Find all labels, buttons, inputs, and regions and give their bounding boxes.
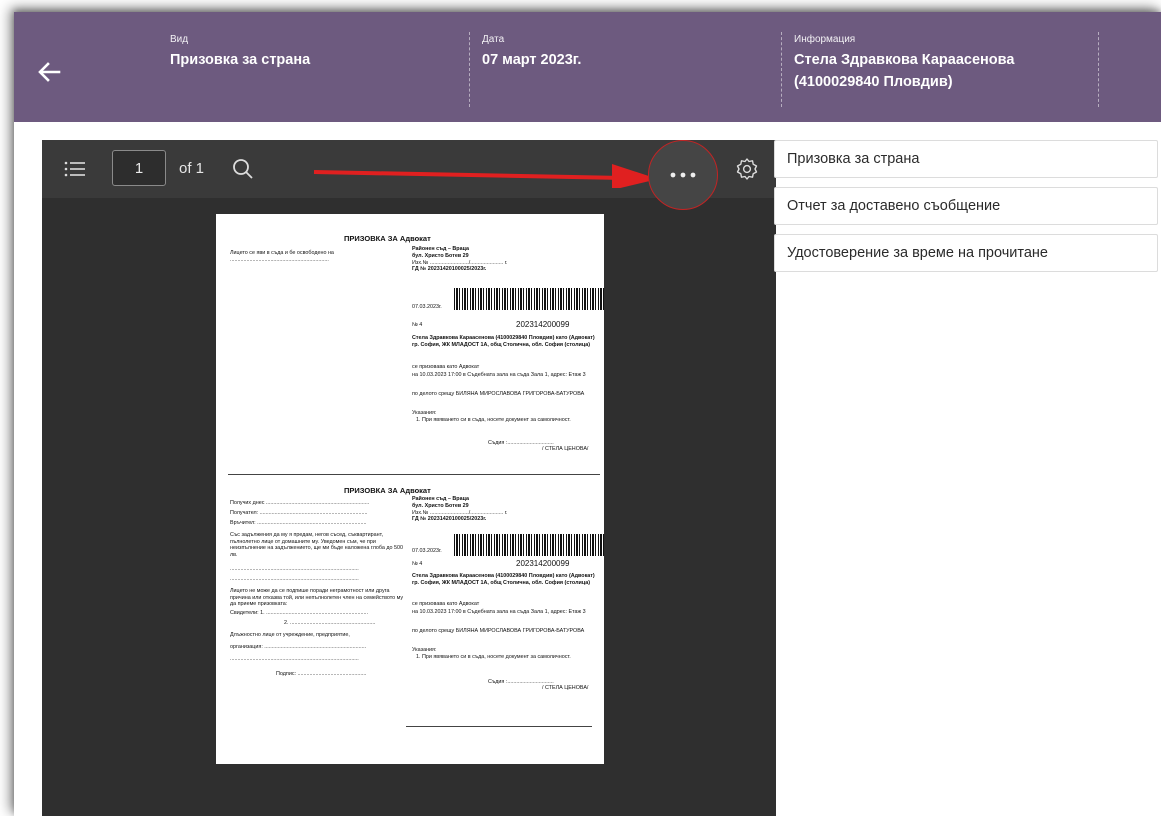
addressee: Стела Здравкова Караасенова (4100029840 … <box>412 335 595 348</box>
page-total-label: of 1 <box>179 160 205 177</box>
barcode-number: 202314200099 <box>516 559 570 568</box>
organization-line: организация: ...........................… <box>230 644 367 650</box>
attachment-summons[interactable]: Призовка за страна <box>774 140 1158 178</box>
judge-name: / СТЕЛА ЦЕНОВА/ <box>542 685 589 691</box>
case-number: ГД № 20231420100025/2023г. <box>412 516 487 522</box>
summoned-as: се призовава като Адвокат <box>412 364 480 370</box>
header-divider <box>781 32 782 107</box>
header-info: Информация Стела Здравкова Караасенова (… <box>794 34 1014 93</box>
search-icon <box>233 159 253 179</box>
back-button[interactable] <box>32 57 66 87</box>
header-date: Дата 07 март 2023г. <box>482 34 581 71</box>
header-type: Вид Призовка за страна <box>170 34 310 71</box>
settings-button[interactable] <box>734 156 760 182</box>
instructions-title: Указания: <box>412 647 437 653</box>
barcode-number: 202314200099 <box>516 320 570 329</box>
obligation-note: Със задължения да му я предам, негов със… <box>230 532 403 558</box>
more-options-icon <box>670 172 696 178</box>
deliverer-line: Връчител: ..............................… <box>230 520 367 526</box>
barcode <box>454 534 604 556</box>
attachment-read-time-certificate[interactable]: Удостоверение за време на прочитане <box>774 234 1158 272</box>
received-today: Получих днес ...........................… <box>230 500 370 506</box>
hearing-info: на 10.03.2023 17:00 в Съдебната зала на … <box>412 609 586 615</box>
court-address: бул. Христо Ботев 29 <box>412 503 469 509</box>
hearing-info: на 10.03.2023 17:00 в Съдебната зала на … <box>412 372 586 378</box>
header-date-value: 07 март 2023г. <box>482 52 582 68</box>
summons-number: № 4 <box>412 561 423 567</box>
case-against: по делото срещу БИЛЯНА МИРОСЛАВОВА ГРИГО… <box>412 391 585 397</box>
case-header: Вид Призовка за страна Дата 07 март 2023… <box>14 12 1161 122</box>
witness-2: 2. .....................................… <box>284 620 376 626</box>
witness-1: Свидетели: 1. ..........................… <box>230 610 368 616</box>
official-line: Длъжностно лице от учреждение, предприят… <box>230 632 350 638</box>
summons-date: 07.03.2023г. <box>412 548 442 554</box>
court-address: бул. Христо Ботев 29 <box>412 253 469 259</box>
viewer-toolbar: 1 of 1 <box>42 140 776 210</box>
attachment-delivery-report[interactable]: Отчет за доставено съобщение <box>774 187 1158 225</box>
header-date-label: Дата <box>482 34 505 45</box>
court-name: Районен съд – Враца <box>412 246 469 252</box>
dotted-line: ........................................… <box>230 566 359 572</box>
court-name: Районен съд – Враца <box>412 496 469 502</box>
release-note: Лицето се яви в съда и бе освободено на … <box>230 250 334 263</box>
page-number-input[interactable]: 1 <box>112 150 166 186</box>
outline-toggle-button[interactable] <box>62 158 88 180</box>
instructions-title: Указания: <box>412 410 437 416</box>
signature-line: Подпис: ................................… <box>276 671 367 677</box>
summons-date: 07.03.2023г. <box>412 304 442 310</box>
summons-number: № 4 <box>412 322 423 328</box>
barcode <box>454 288 604 310</box>
cannot-sign-note: Лицето не може да се подпише поради негр… <box>230 588 404 607</box>
judge-name: / СТЕЛА ЦЕНОВА/ <box>542 446 589 452</box>
annotation-arrow <box>313 164 658 188</box>
cut-line <box>228 474 600 475</box>
settings-icon <box>736 158 758 180</box>
header-divider <box>1098 32 1099 107</box>
dotted-line: ........................................… <box>230 576 359 582</box>
recipient-line: Получател: .............................… <box>230 510 368 516</box>
summons-title: ПРИЗОВКА ЗА Адвокат <box>344 486 431 495</box>
more-options-button[interactable] <box>648 140 718 210</box>
arrow-left-icon <box>38 62 61 82</box>
addressee: Стела Здравкова Караасенова (4100029840 … <box>412 573 595 586</box>
header-info-value-line1: Стела Здравкова Караасенова <box>794 52 1015 68</box>
list-icon <box>64 161 85 177</box>
summons-title: ПРИЗОВКА ЗА Адвокат <box>344 234 431 243</box>
document-page: ПРИЗОВКА ЗА Адвокат Лицето се яви в съда… <box>216 214 604 764</box>
header-type-label: Вид <box>170 34 189 45</box>
instructions: 1. При явяването си в съда, носете докум… <box>416 654 571 660</box>
summoned-as: се призовава като Адвокат <box>412 601 480 607</box>
instructions: 1. При явяването си в съда, носете докум… <box>416 417 571 423</box>
dotted-line: ........................................… <box>230 656 359 662</box>
search-button[interactable] <box>230 156 256 182</box>
signature-rule <box>406 726 592 727</box>
case-number: ГД № 20231420100025/2023г. <box>412 266 487 272</box>
case-against: по делото срещу БИЛЯНА МИРОСЛАВОВА ГРИГО… <box>412 628 585 634</box>
header-info-value-line2: (4100029840 Пловдив) <box>794 74 953 90</box>
header-type-value: Призовка за страна <box>170 52 311 68</box>
header-info-label: Информация <box>794 34 856 45</box>
app-frame: Вид Призовка за страна Дата 07 март 2023… <box>14 12 1161 816</box>
pdf-viewer: 1 of 1 ПРИЗОВКА ЗА Адвокат Лицето се яви… <box>42 140 776 816</box>
header-divider <box>469 32 470 107</box>
